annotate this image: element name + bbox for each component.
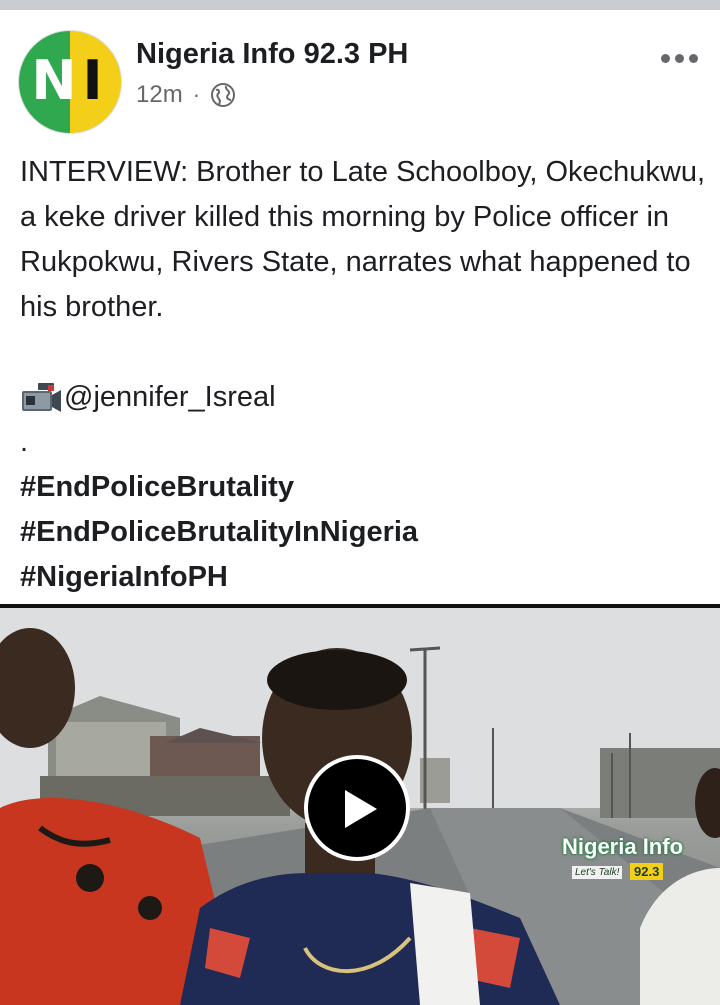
hashtag-link[interactable]: #NigeriaInfoPH (20, 555, 710, 600)
post-paragraph: INTERVIEW: Brother to Late Schoolboy, Ok… (20, 156, 706, 323)
page-name-link[interactable]: Nigeria Info 92.3 PH (136, 38, 408, 71)
top-separator-bar (0, 0, 720, 10)
play-icon (345, 790, 377, 828)
video-player[interactable]: Nigeria Info Let's Talk! 92.3 (0, 608, 720, 1005)
credit-handle-link[interactable]: @jennifer_Isreal (64, 375, 276, 420)
watermark-tagline: Let's Talk! (572, 866, 623, 879)
globe-icon[interactable] (210, 82, 236, 108)
avatar-letter-n: N (31, 49, 83, 112)
more-dot (689, 54, 698, 63)
meta-separator: · (192, 82, 201, 107)
avatar-letter-i: I (82, 49, 109, 112)
play-button[interactable] (304, 755, 410, 861)
more-dot (675, 54, 684, 63)
broadcaster-watermark: Nigeria Info Let's Talk! 92.3 (562, 834, 698, 892)
post-meta: 12m · (136, 80, 236, 110)
hashtag-link[interactable]: #EndPoliceBrutality (20, 465, 710, 510)
page-avatar[interactable]: NI (18, 30, 122, 134)
dot-line: . (20, 426, 29, 458)
video-camera-icon (22, 382, 61, 412)
watermark-frequency: 92.3 (630, 863, 664, 880)
avatar-logo: NI (19, 49, 121, 113)
more-dot (661, 54, 670, 63)
feed-post: NI Nigeria Info 92.3 PH 12m · INTERVIEW:… (0, 10, 720, 1005)
credit-line: @jennifer_Isreal (20, 375, 710, 420)
post-timestamp[interactable]: 12m (136, 81, 183, 109)
hashtag-link[interactable]: #EndPoliceBrutalityInNigeria (20, 510, 710, 555)
more-options-icon[interactable] (661, 54, 698, 63)
post-text: INTERVIEW: Brother to Late Schoolboy, Ok… (20, 150, 710, 600)
watermark-title: Nigeria Info (562, 834, 684, 859)
